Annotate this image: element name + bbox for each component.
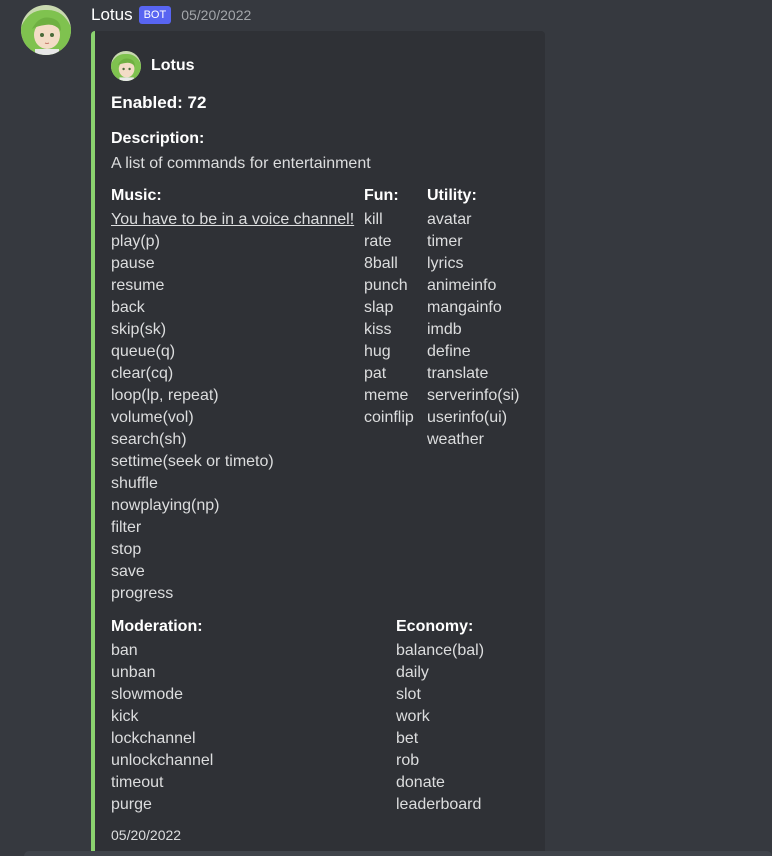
description-label: Description: xyxy=(111,130,205,147)
economy-command: daily xyxy=(396,664,429,681)
fun-command: coinflip xyxy=(364,409,414,426)
moderation-field: Moderation: ban unban slowmode kick lockchan… xyxy=(111,616,213,816)
economy-command: work xyxy=(396,708,430,725)
fun-command: pat xyxy=(364,365,387,382)
fun-command: 8ball xyxy=(364,255,398,272)
embed-footer-timestamp: 05/20/2022 xyxy=(111,827,182,843)
utility-command: define xyxy=(427,343,471,360)
fun-field: Fun: kill rate 8ball punch slap kiss hug pat mem… xyxy=(364,185,414,429)
economy-command: bet xyxy=(396,730,419,747)
embed-title: Enabled: 72 xyxy=(111,93,207,112)
music-command: stop xyxy=(111,541,142,558)
username[interactable]: Lotus xyxy=(91,5,133,25)
moderation-command: timeout xyxy=(111,774,164,791)
economy-command: slot xyxy=(396,686,421,703)
moderation-command: slowmode xyxy=(111,686,184,703)
music-command: queue(q) xyxy=(111,343,176,360)
utility-command: translate xyxy=(427,365,489,382)
utility-command: imdb xyxy=(427,321,462,338)
music-command: loop(lp, repeat) xyxy=(111,387,219,404)
music-command: progress xyxy=(111,585,174,602)
utility-command: mangainfo xyxy=(427,299,502,316)
economy-command: leaderboard xyxy=(396,796,482,813)
embed-author-name: Lotus xyxy=(151,57,195,74)
utility-command: lyrics xyxy=(427,255,464,272)
moderation-command: kick xyxy=(111,708,139,725)
music-command: settime(seek or timeto) xyxy=(111,453,274,470)
description-field: Description: A list of commands for ente… xyxy=(111,128,371,175)
moderation-command: purge xyxy=(111,796,152,813)
description-text: A list of commands for entertainment xyxy=(111,155,371,172)
utility-command: animeinfo xyxy=(427,277,497,294)
utility-label: Utility: xyxy=(427,187,477,204)
moderation-command: ban xyxy=(111,642,138,659)
music-command: clear(cq) xyxy=(111,365,174,382)
bot-avatar[interactable] xyxy=(21,5,71,55)
economy-field: Economy: balance(bal) daily slot work bet rob… xyxy=(396,616,484,816)
fun-command: hug xyxy=(364,343,391,360)
music-command: nowplaying(np) xyxy=(111,497,220,514)
embed-author: Lotus xyxy=(111,51,195,81)
utility-command: weather xyxy=(427,431,484,448)
music-field: Music: You have to be in a voice channel… xyxy=(111,185,354,605)
music-command: back xyxy=(111,299,145,316)
moderation-command: unban xyxy=(111,664,156,681)
music-command: resume xyxy=(111,277,165,294)
music-command: volume(vol) xyxy=(111,409,194,426)
utility-command: avatar xyxy=(427,211,472,228)
voice-channel-note: You have to be in a voice channel! xyxy=(111,211,355,228)
embed: Lotus Enabled: 72 Description: A list of… xyxy=(91,31,545,856)
fun-command: kill xyxy=(364,211,383,228)
author-avatar xyxy=(111,51,141,81)
music-command: shuffle xyxy=(111,475,158,492)
fun-command: rate xyxy=(364,233,392,250)
fun-command: punch xyxy=(364,277,408,294)
message-header: Lotus BOT 05/20/2022 xyxy=(91,3,251,27)
economy-command: rob xyxy=(396,752,420,769)
economy-command: balance(bal) xyxy=(396,642,485,659)
music-command: pause xyxy=(111,255,155,272)
fun-command: slap xyxy=(364,299,394,316)
economy-command: donate xyxy=(396,774,445,791)
economy-label: Economy: xyxy=(396,618,474,635)
bot-tag: BOT xyxy=(138,6,172,24)
music-command: skip(sk) xyxy=(111,321,167,338)
message-timestamp: 05/20/2022 xyxy=(181,7,252,23)
utility-field: Utility: avatar timer lyrics animeinfo manga… xyxy=(427,185,519,451)
music-command: save xyxy=(111,563,145,580)
utility-command: serverinfo(si) xyxy=(427,387,520,404)
moderation-command: lockchannel xyxy=(111,730,196,747)
music-command: filter xyxy=(111,519,142,536)
moderation-command: unlockchannel xyxy=(111,752,214,769)
music-command: search(sh) xyxy=(111,431,187,448)
music-command: play(p) xyxy=(111,233,160,250)
fun-label: Fun: xyxy=(364,187,399,204)
fun-command: meme xyxy=(364,387,409,404)
utility-command: timer xyxy=(427,233,463,250)
moderation-label: Moderation: xyxy=(111,618,203,635)
fun-command: kiss xyxy=(364,321,392,338)
utility-command: userinfo(ui) xyxy=(427,409,508,426)
message-input-bar[interactable] xyxy=(24,851,772,856)
music-label: Music: xyxy=(111,187,162,204)
